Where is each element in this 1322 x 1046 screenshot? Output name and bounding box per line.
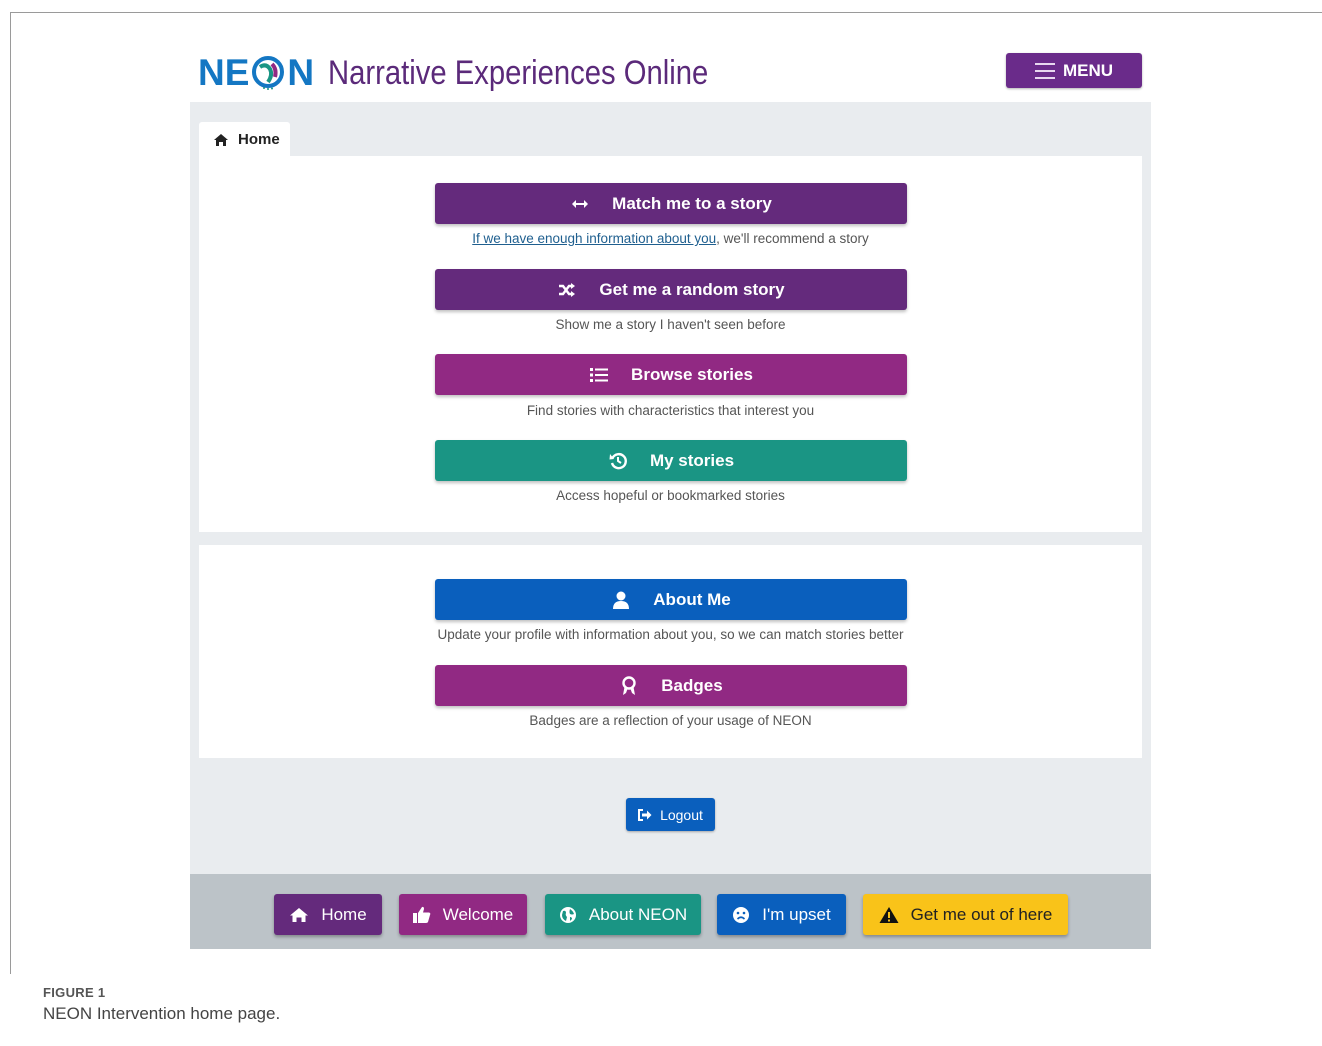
- globe-icon: [559, 906, 577, 924]
- random-story-button[interactable]: Get me a random story: [435, 269, 907, 310]
- footer-im-upset-label: I'm upset: [762, 904, 831, 924]
- my-stories-button[interactable]: My stories: [435, 440, 907, 481]
- enough-information-link[interactable]: If we have enough information about you: [472, 231, 716, 246]
- badges-caption: Badges are a reflection of your usage of…: [529, 713, 812, 728]
- about-me-button[interactable]: About Me: [435, 579, 907, 620]
- figure-border-left: [10, 12, 11, 974]
- browse-stories-caption: Find stories with characteristics that i…: [526, 403, 815, 418]
- my-stories-label: My stories: [649, 450, 735, 470]
- match-story-caption: If we have enough information about you,…: [400, 231, 941, 246]
- match-story-button[interactable]: Match me to a story: [435, 183, 907, 224]
- match-story-label: Match me to a story: [612, 193, 772, 213]
- footer-im-upset-button[interactable]: I'm upset: [717, 894, 846, 935]
- warning-icon: [879, 906, 899, 924]
- footer-get-me-out-label: Get me out of here: [910, 904, 1053, 924]
- tab-home[interactable]: Home: [199, 122, 290, 157]
- arrows-horizontal-icon: [570, 194, 590, 214]
- footer-welcome-button[interactable]: Welcome: [399, 894, 527, 935]
- sign-out-icon: [638, 808, 652, 821]
- award-icon: [619, 675, 639, 696]
- footer-about-neon-button[interactable]: About NEON: [545, 894, 701, 935]
- logout-button[interactable]: Logout: [626, 798, 715, 831]
- figure-label: FIGURE 1: [43, 985, 106, 1000]
- footer-get-me-out-button[interactable]: Get me out of here: [863, 894, 1068, 935]
- menu-label: MENU: [1062, 60, 1114, 80]
- tab-home-label: Home: [238, 131, 280, 148]
- random-story-caption: Show me a story I haven't seen before: [555, 317, 786, 332]
- hamburger-icon: [1034, 62, 1055, 79]
- footer-about-neon-label: About NEON: [588, 904, 688, 924]
- logo-text-right: N: [287, 52, 315, 93]
- logout-label: Logout: [660, 806, 703, 823]
- list-icon: [589, 365, 609, 385]
- match-story-caption-rest: , we'll recommend a story: [716, 231, 869, 246]
- frown-icon: [732, 906, 750, 924]
- logo-wordmark: NE N: [198, 52, 314, 94]
- footer-welcome-label: Welcome: [442, 904, 514, 924]
- history-icon: [608, 451, 628, 471]
- site-header: NE N Narrative Experiences Online MENU: [190, 40, 1151, 102]
- logo-text-left: NE: [198, 52, 250, 93]
- figure-caption: NEON Intervention home page.: [43, 1004, 281, 1023]
- user-icon: [611, 590, 631, 610]
- figure-border-top: [10, 12, 1322, 13]
- menu-button[interactable]: MENU: [1006, 53, 1142, 88]
- badges-button[interactable]: Badges: [435, 665, 907, 706]
- random-story-label: Get me a random story: [599, 279, 785, 299]
- logo-globe-icon: [252, 56, 285, 90]
- footer-home-button[interactable]: Home: [274, 894, 382, 935]
- site-title: Narrative Experiences Online: [328, 53, 709, 92]
- neon-logo[interactable]: NE N Narrative Experiences Online: [198, 48, 770, 98]
- badges-label: Badges: [661, 675, 723, 695]
- about-me-label: About Me: [653, 589, 731, 609]
- my-stories-caption: Access hopeful or bookmarked stories: [556, 488, 785, 503]
- home-icon: [214, 133, 228, 146]
- footer-home-label: Home: [321, 904, 367, 924]
- about-me-caption: Update your profile with information abo…: [437, 627, 904, 642]
- shuffle-icon: [557, 280, 577, 300]
- home-icon: [289, 907, 309, 923]
- browse-stories-button[interactable]: Browse stories: [435, 354, 907, 395]
- browse-stories-label: Browse stories: [631, 364, 753, 384]
- thumbs-up-icon: [412, 906, 431, 924]
